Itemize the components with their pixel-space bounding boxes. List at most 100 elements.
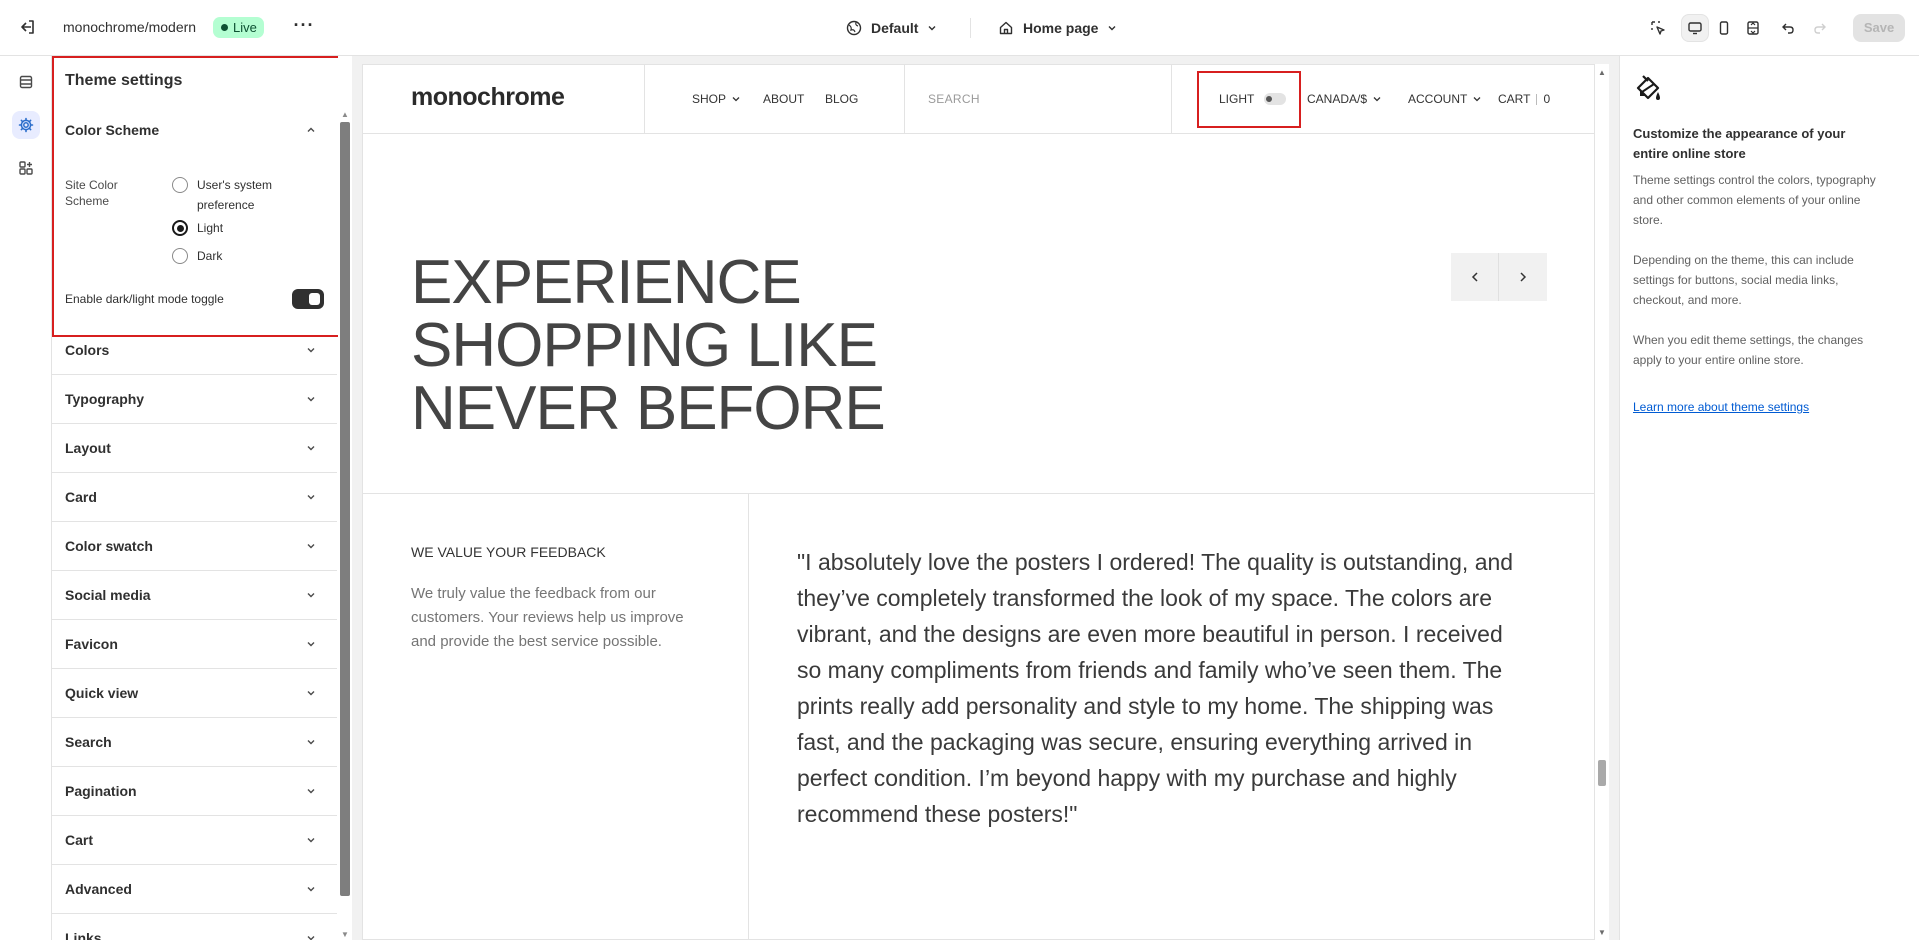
section-cart[interactable]: Cart <box>65 816 325 864</box>
section-label: Advanced <box>65 881 132 897</box>
store-search-input[interactable]: SEARCH <box>928 92 980 106</box>
currency-label: CANADA/$ <box>1307 92 1368 106</box>
section-label: Colors <box>65 342 110 358</box>
divider <box>1536 93 1538 105</box>
scroll-down-arrow-icon[interactable]: ▼ <box>341 930 349 939</box>
section-search[interactable]: Search <box>65 718 325 766</box>
info-paragraph: When you edit theme settings, the change… <box>1633 333 1864 367</box>
section-card[interactable]: Card <box>65 473 325 521</box>
account-menu[interactable]: ACCOUNT <box>1408 92 1483 106</box>
learn-more-link[interactable]: Learn more about theme settings <box>1633 400 1809 414</box>
section-label: Cart <box>65 832 94 848</box>
redo-icon[interactable] <box>1806 14 1834 42</box>
full-width-view-icon[interactable] <box>1739 14 1767 42</box>
radio-button[interactable] <box>172 220 188 236</box>
theme-selector[interactable]: Default <box>846 14 938 42</box>
mode-toggle-label: Enable dark/light mode toggle <box>65 292 224 306</box>
info-heading: Customize the appearance of your entire … <box>1633 126 1846 161</box>
radio-label: Light <box>197 221 224 235</box>
scrollbar-thumb[interactable] <box>1598 760 1606 786</box>
theme-selector-label: Default <box>871 20 919 36</box>
radio-label: User's system preference <box>197 178 272 212</box>
dark-light-mode-toggle[interactable] <box>292 289 324 309</box>
radio-dark[interactable]: Dark <box>172 246 222 266</box>
more-actions-button[interactable]: ··· <box>292 15 316 39</box>
inspector-icon[interactable] <box>1644 14 1672 42</box>
store-header: monochrome SHOP ABOUT BLOG SEARCH LIGHT … <box>363 65 1594 134</box>
app-embeds-icon[interactable] <box>12 154 40 182</box>
currency-selector[interactable]: CANADA/$ <box>1307 92 1383 106</box>
section-advanced[interactable]: Advanced <box>65 865 325 913</box>
section-typography[interactable]: Typography <box>65 375 325 423</box>
mobile-view-icon[interactable] <box>1710 14 1738 42</box>
section-quick-view[interactable]: Quick view <box>65 669 325 717</box>
desktop-view-icon[interactable] <box>1681 14 1709 42</box>
chevron-down-icon <box>307 593 315 598</box>
radio-system-preference[interactable]: User's system preference <box>172 175 287 215</box>
nav-about[interactable]: ABOUT <box>763 92 804 106</box>
scrollbar-thumb[interactable] <box>340 122 350 896</box>
chevron-left-icon[interactable] <box>1451 253 1499 301</box>
chevron-down-icon <box>307 642 315 647</box>
site-color-scheme-label: Site Color Scheme <box>65 178 118 208</box>
top-bar: monochrome/modern Live ··· Default Home … <box>0 0 1919 56</box>
cart-label: CART <box>1498 92 1531 106</box>
feedback-body: We truly value the feedback from our cus… <box>411 585 684 650</box>
store-logo[interactable]: monochrome <box>411 83 565 112</box>
section-layout[interactable]: Layout <box>65 424 325 472</box>
chevron-right-icon[interactable] <box>1499 253 1547 301</box>
section-colors[interactable]: Colors <box>65 326 325 374</box>
sections-icon[interactable] <box>12 68 40 96</box>
section-links[interactable]: Links <box>65 914 325 940</box>
preview-scrollbar[interactable]: ▲ ▼ <box>1595 64 1609 940</box>
divider <box>904 65 905 134</box>
scroll-down-arrow-icon[interactable]: ▼ <box>1598 928 1606 937</box>
page-selector-label: Home page <box>1023 20 1099 36</box>
divider <box>644 65 645 134</box>
chevron-down-icon <box>732 97 740 102</box>
chevron-down-icon <box>307 348 315 353</box>
panel-scrollbar[interactable]: ▲ ▼ <box>338 56 352 940</box>
live-status-badge: Live <box>213 17 264 38</box>
cart-count: 0 <box>1543 92 1551 106</box>
radio-button[interactable] <box>172 177 188 193</box>
divider <box>748 493 749 939</box>
section-pagination[interactable]: Pagination <box>65 767 325 815</box>
chevron-down-icon <box>307 446 315 451</box>
section-favicon[interactable]: Favicon <box>65 620 325 668</box>
chevron-down-icon <box>1108 26 1116 31</box>
slider-controls <box>1451 253 1547 301</box>
nav-shop[interactable]: SHOP <box>692 92 742 106</box>
color-scheme-section-header[interactable]: Color Scheme <box>65 106 325 154</box>
undo-icon[interactable] <box>1774 14 1802 42</box>
store-name: monochrome/modern <box>63 19 197 35</box>
scroll-up-arrow-icon[interactable]: ▲ <box>341 110 349 119</box>
cart-link[interactable]: CART 0 <box>1498 92 1550 106</box>
section-color-swatch[interactable]: Color swatch <box>65 522 325 570</box>
page-selector[interactable]: Home page <box>998 14 1118 42</box>
store-preview: monochrome SHOP ABOUT BLOG SEARCH LIGHT … <box>362 64 1595 940</box>
chevron-down-icon <box>307 838 315 843</box>
exit-icon[interactable] <box>18 17 38 37</box>
section-label: Color Scheme <box>65 122 160 138</box>
section-social-media[interactable]: Social media <box>65 571 325 619</box>
chevron-down-icon <box>307 936 315 940</box>
theme-settings-gear-icon[interactable] <box>12 111 40 139</box>
testimonial-quote: "I absolutely love the posters I ordered… <box>797 549 1514 827</box>
hero-title: EXPERIENCE SHOPPING LIKE NEVER BEFORE <box>411 248 886 443</box>
chevron-down-icon <box>1373 97 1381 102</box>
chevron-down-icon <box>1473 97 1481 102</box>
nav-blog[interactable]: BLOG <box>825 92 858 106</box>
save-button[interactable]: Save <box>1853 14 1905 42</box>
chevron-down-icon <box>307 397 315 402</box>
chevron-up-icon <box>307 127 315 132</box>
chevron-down-icon <box>307 691 315 696</box>
section-label: Quick view <box>65 685 139 701</box>
info-panel: Customize the appearance of your entire … <box>1619 56 1919 940</box>
radio-light[interactable]: Light <box>172 218 223 238</box>
radio-button[interactable] <box>172 248 188 264</box>
panel-title: Theme settings <box>65 72 183 89</box>
theme-settings-panel: Theme settings Color Scheme Site Color S… <box>52 56 352 940</box>
section-label: Pagination <box>65 783 137 799</box>
scroll-up-arrow-icon[interactable]: ▲ <box>1598 68 1606 77</box>
